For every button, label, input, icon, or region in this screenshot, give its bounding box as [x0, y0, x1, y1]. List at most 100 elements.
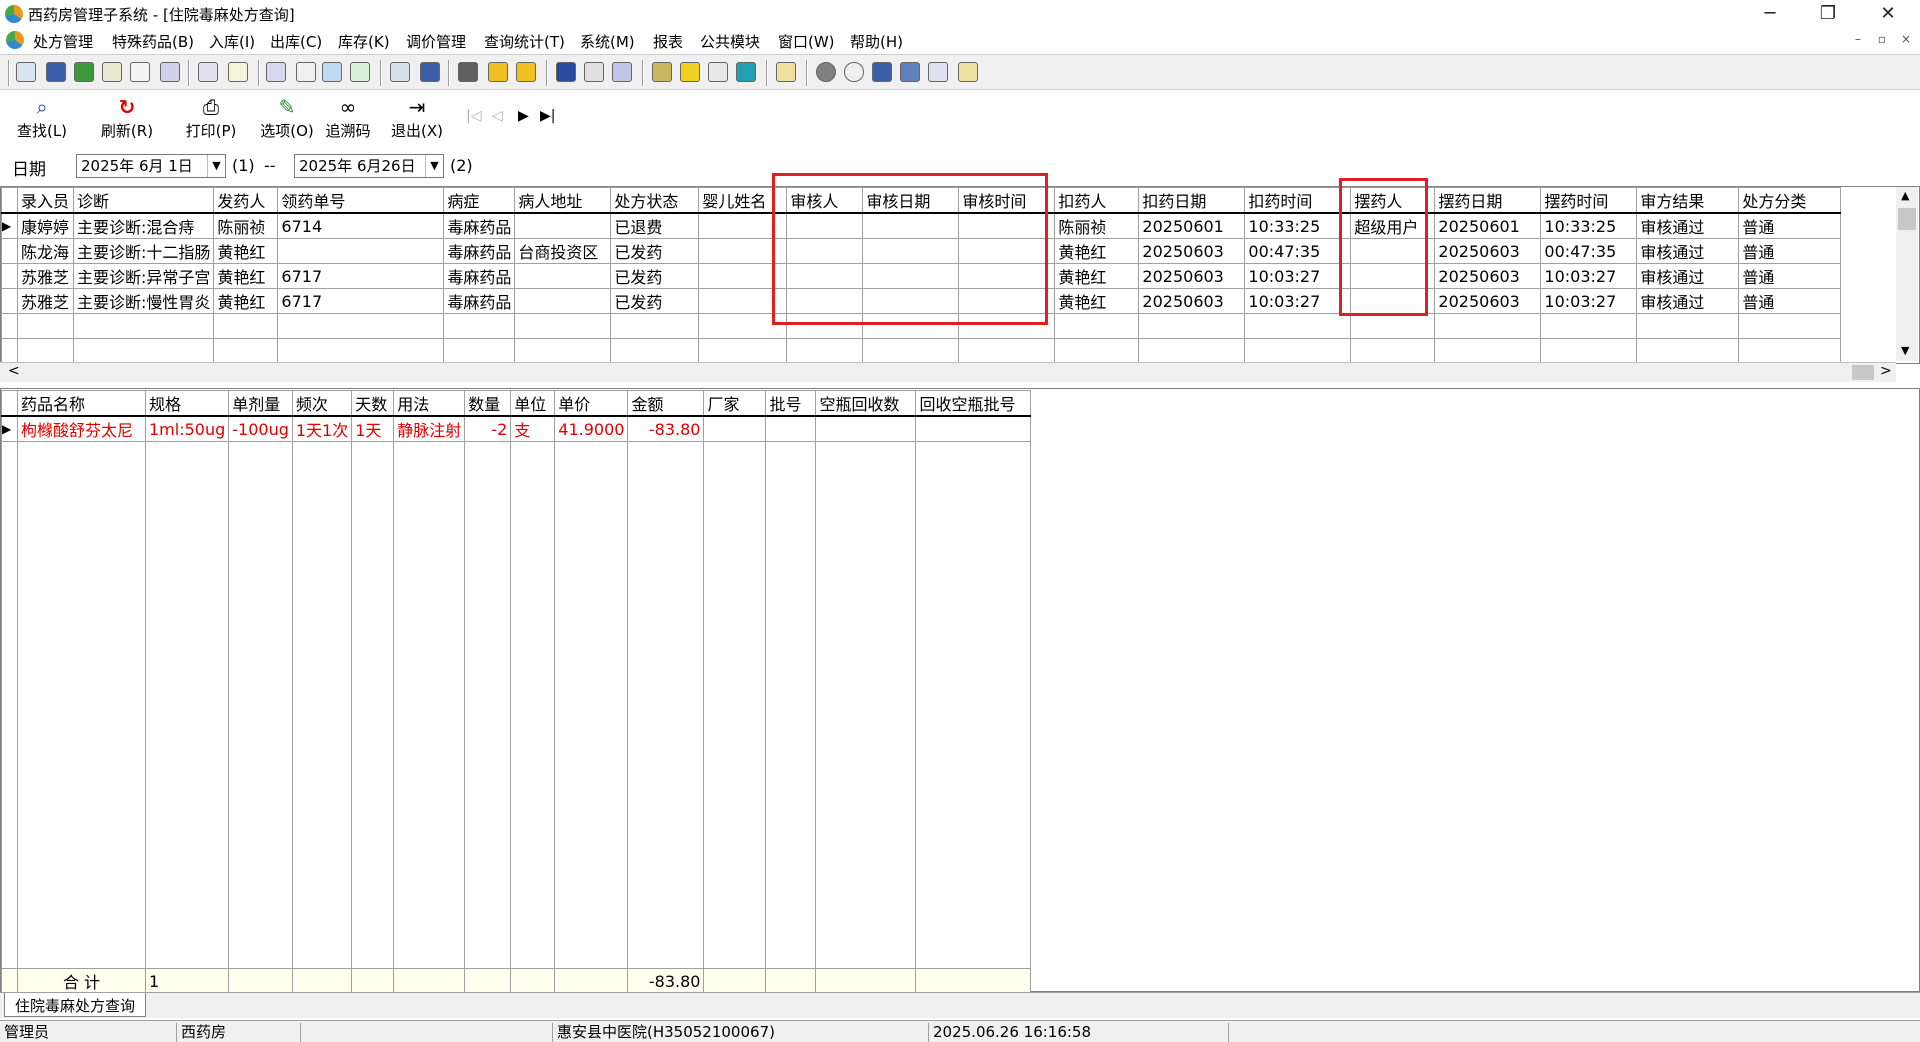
cell-deduct-date[interactable]: 20250603 — [1138, 238, 1246, 264]
empty-cell[interactable] — [17, 338, 74, 364]
cell-arranger[interactable]: 超级用户 — [1350, 212, 1436, 239]
col-header-manufacturer[interactable]: 厂家 — [703, 390, 767, 417]
maximize-button[interactable]: ❐ — [1800, 0, 1856, 28]
col-header-frequency[interactable]: 频次 — [291, 390, 353, 417]
cell-arranger[interactable] — [1350, 288, 1436, 314]
cell-dispenser[interactable]: 黄艳红 — [213, 238, 279, 264]
cell-diagnosis[interactable]: 主要诊断:十二指肠 — [72, 238, 215, 264]
vertical-scroll-thumb[interactable] — [1898, 208, 1916, 230]
cell-review-result[interactable]: 审核通过 — [1636, 212, 1740, 239]
empty-cell[interactable] — [958, 313, 1056, 339]
cell-review-time[interactable] — [958, 212, 1056, 239]
empty-cell[interactable] — [610, 313, 700, 339]
scroll-right-icon[interactable]: > — [1880, 363, 1892, 379]
cell-empty-vial-count[interactable] — [815, 415, 917, 442]
document-stack-icon[interactable] — [102, 62, 122, 82]
menu-price-adjust[interactable]: 调价管理 — [406, 31, 466, 52]
col-header-dispenser[interactable]: 发药人 — [213, 187, 279, 214]
empty-cell[interactable] — [1054, 313, 1140, 339]
thermometer-icon[interactable] — [680, 62, 700, 82]
empty-cell[interactable] — [862, 338, 960, 364]
col-header-diagnosis[interactable]: 诊断 — [72, 187, 215, 214]
col-header-drug-name[interactable]: 药品名称 — [17, 390, 146, 417]
scan-icon[interactable] — [612, 62, 632, 82]
cell-category[interactable]: 普通 — [1738, 288, 1842, 314]
paste-icon[interactable] — [958, 62, 978, 82]
cell-empty-vial-batch[interactable] — [915, 415, 1032, 442]
cell-arrange-date[interactable]: 20250603 — [1434, 238, 1542, 264]
cell-review-time[interactable] — [958, 238, 1056, 264]
cell-arrange-time[interactable]: 10:33:25 — [1540, 212, 1638, 239]
col-header-arranger[interactable]: 摆药人 — [1350, 187, 1436, 214]
col-header-usage[interactable]: 用法 — [393, 390, 466, 417]
cell-deduct-time[interactable]: 10:03:27 — [1244, 288, 1352, 314]
cell-diagnosis[interactable]: 主要诊断:混合痔 — [72, 212, 215, 239]
cell-review-time[interactable] — [958, 263, 1056, 289]
empty-cell[interactable] — [213, 338, 279, 364]
cell-infant-name[interactable] — [698, 288, 788, 314]
binoculars-icon[interactable] — [130, 62, 150, 82]
cell-infant-name[interactable] — [698, 212, 788, 239]
mdi-restore-button[interactable]: ▫ — [1874, 32, 1890, 46]
col-header-infant-name[interactable]: 婴儿姓名 — [698, 187, 788, 214]
export-icon[interactable] — [266, 62, 286, 82]
horizontal-split-icon[interactable] — [872, 62, 892, 82]
empty-cell[interactable] — [1434, 338, 1542, 364]
empty-cell[interactable] — [1138, 338, 1246, 364]
bottle-icon[interactable] — [46, 62, 66, 82]
empty-cell[interactable] — [1434, 313, 1542, 339]
check-mail-icon[interactable] — [74, 62, 94, 82]
col-header-review-date[interactable]: 审核日期 — [862, 187, 960, 214]
cell-review-date[interactable] — [862, 238, 960, 264]
empty-row[interactable] — [1, 338, 1842, 364]
empty-cell[interactable] — [277, 313, 445, 339]
table-row[interactable]: 陈龙海 主要诊断:十二指肠 黄艳红 毒麻药品 台商投资区 已发药 黄艳红 202… — [1, 238, 1842, 264]
cell-review-result[interactable]: 审核通过 — [1636, 238, 1740, 264]
cell-manufacturer[interactable] — [703, 415, 767, 442]
approve-icon[interactable] — [350, 62, 370, 82]
col-header-reviewer[interactable]: 审核人 — [786, 187, 864, 214]
cell-frequency[interactable]: 1天1次 — [291, 415, 353, 442]
mdi-minimize-button[interactable]: – — [1850, 32, 1866, 46]
cell-deductor[interactable]: 陈丽祯 — [1054, 212, 1140, 239]
cell-single-dose[interactable]: -100ug — [228, 415, 293, 442]
empty-cell[interactable] — [958, 338, 1056, 364]
cell-condition[interactable]: 毒麻药品 — [443, 288, 516, 314]
nav-last-button[interactable]: ▶| — [540, 108, 555, 124]
col-header-patient-address[interactable]: 病人地址 — [514, 187, 612, 214]
cell-dispenser[interactable]: 黄艳红 — [213, 288, 279, 314]
empty-cell[interactable] — [443, 313, 516, 339]
col-header-amount[interactable]: 金额 — [627, 390, 705, 417]
folder-open-icon[interactable] — [776, 62, 796, 82]
menu-window[interactable]: 窗口(W) — [778, 31, 835, 52]
cell-diagnosis[interactable]: 主要诊断:慢性胃炎 — [72, 288, 215, 314]
cell-deductor[interactable]: 黄艳红 — [1054, 263, 1140, 289]
empty-cell[interactable] — [514, 338, 612, 364]
cell-amount[interactable]: -83.80 — [627, 415, 705, 442]
col-header-unit-price[interactable]: 单价 — [554, 390, 629, 417]
trace-code-button[interactable]: ∞ 追溯码 — [322, 96, 374, 142]
empty-cell[interactable] — [443, 338, 516, 364]
cell-unit-price[interactable]: 41.9000 — [554, 415, 629, 442]
options-button[interactable]: ✎ 选项(O) — [256, 96, 318, 142]
cell-reviewer[interactable] — [786, 238, 864, 264]
cell-condition[interactable]: 毒麻药品 — [443, 238, 516, 264]
menu-help[interactable]: 帮助(H) — [850, 31, 903, 52]
empty-cell[interactable] — [213, 313, 279, 339]
col-header-review-result[interactable]: 审方结果 — [1636, 187, 1740, 214]
cell-review-result[interactable]: 审核通过 — [1636, 263, 1740, 289]
table-row[interactable]: 苏雅芝 主要诊断:慢性胃炎 黄艳红 6717 毒麻药品 已发药 黄艳红 2025… — [1, 288, 1842, 314]
scroll-up-icon[interactable]: ▲ — [1901, 189, 1909, 202]
cell-review-time[interactable] — [958, 288, 1056, 314]
empty-cell[interactable] — [698, 338, 788, 364]
cell-deduct-time[interactable]: 00:47:35 — [1244, 238, 1352, 264]
scroll-left-icon[interactable]: < — [8, 363, 20, 379]
col-header-deduct-date[interactable]: 扣药日期 — [1138, 187, 1246, 214]
card-icon[interactable] — [228, 62, 248, 82]
menu-reports[interactable]: 报表 — [653, 31, 683, 52]
empty-cell[interactable] — [862, 313, 960, 339]
empty-cell[interactable] — [1244, 313, 1352, 339]
monitor-icon[interactable] — [420, 62, 440, 82]
key-icon[interactable] — [584, 62, 604, 82]
empty-cell[interactable] — [1636, 313, 1740, 339]
